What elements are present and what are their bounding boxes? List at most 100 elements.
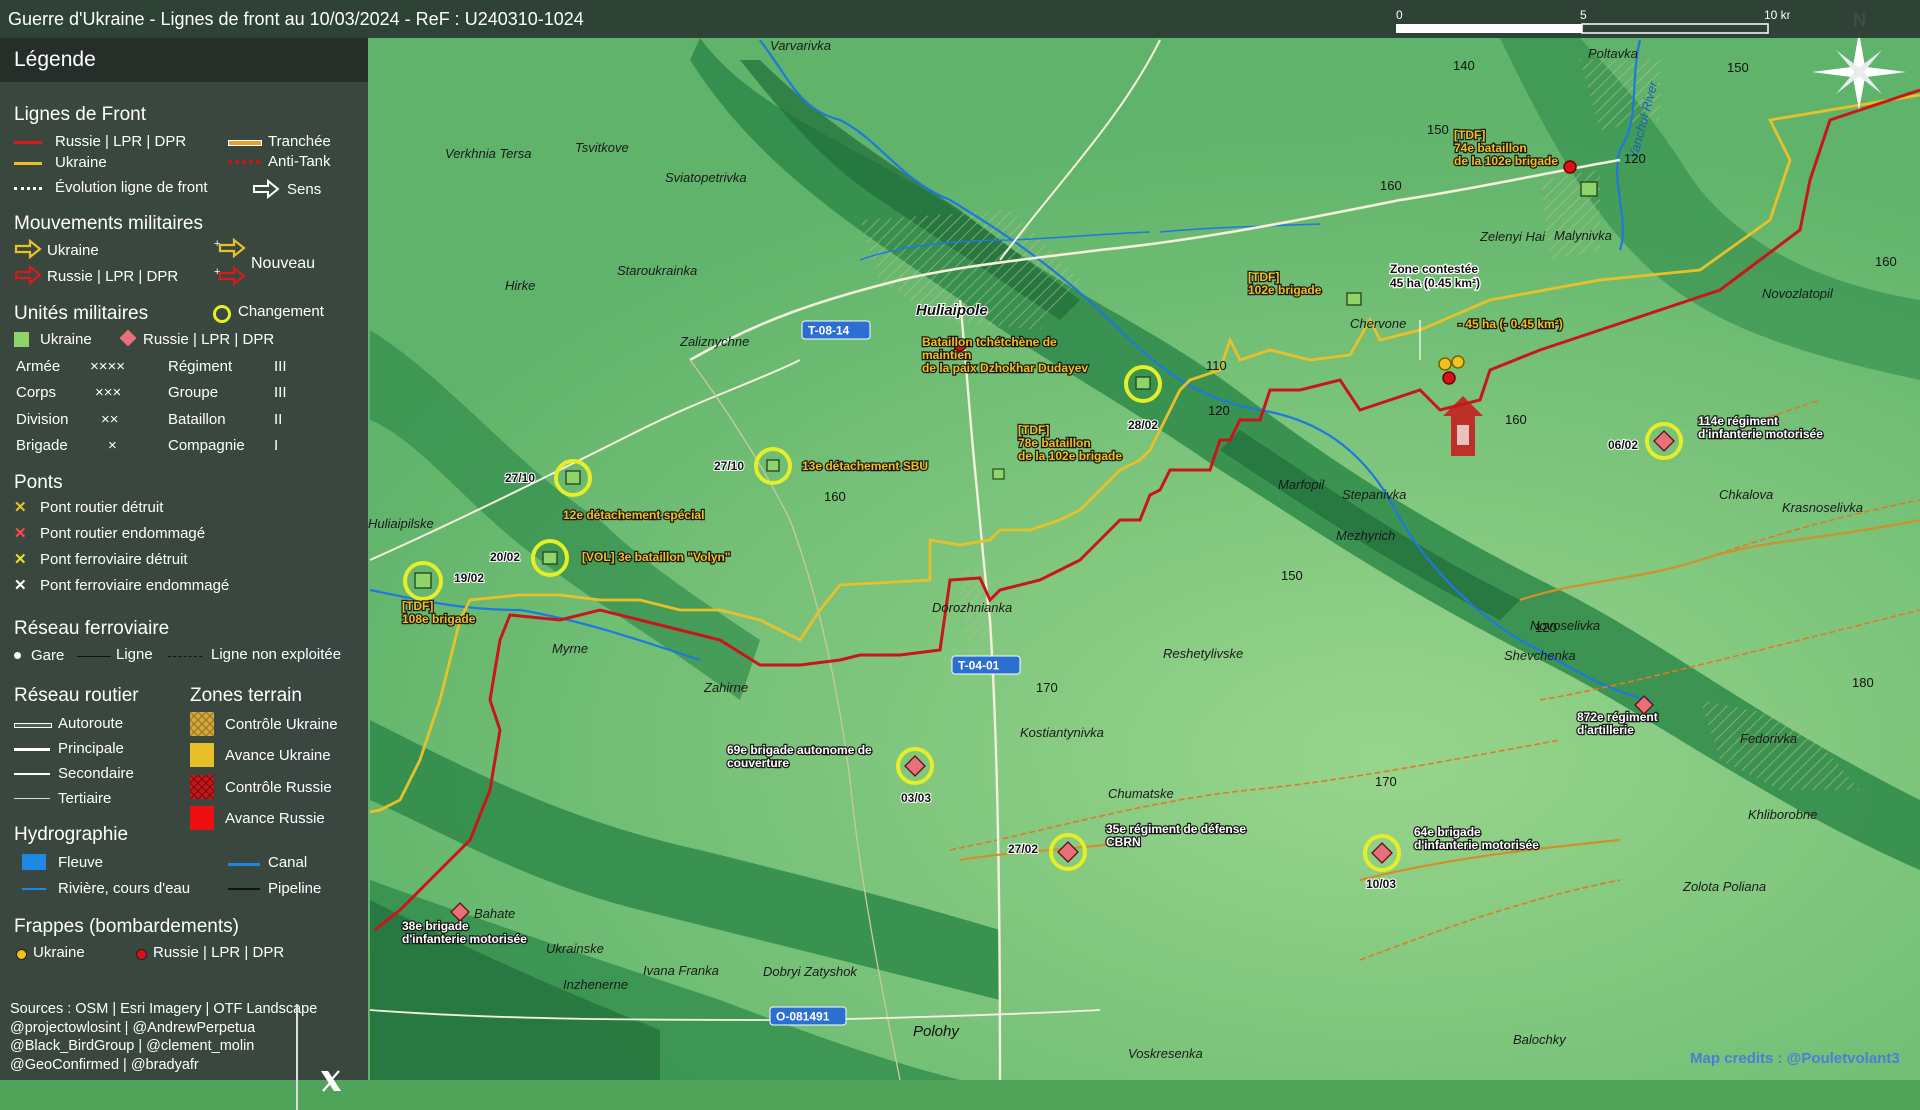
unit-date-sbu-13: 27/10 [714, 459, 744, 473]
x-logo-icon[interactable] [318, 1068, 344, 1094]
unit-volyn-marker[interactable] [542, 551, 558, 565]
swatch-trench [228, 140, 262, 146]
legend-new: Nouveau [251, 255, 316, 272]
place-label: Chervone [1350, 316, 1406, 331]
place-label: Shevchenka [1504, 648, 1576, 663]
place-label: Stepanivka [1342, 487, 1406, 502]
legend-main-road: Principale [58, 740, 124, 757]
ua-movement-arrow-icon [14, 239, 42, 259]
place-label: Zolota Poliana [1682, 879, 1766, 894]
unit-label-chechen: de la paix Dzhokhar Dudayev [922, 361, 1088, 375]
unit-label-tdf-102: 102e brigade [1248, 283, 1322, 297]
unit-tdf-74-marker[interactable] [1580, 181, 1598, 197]
echelon-group: Groupe [168, 384, 219, 401]
sources-divider [296, 1004, 298, 1110]
legend-ua-strike: Ukraine [33, 944, 85, 961]
unit-special-12-marker[interactable] [565, 470, 581, 485]
elevation-label: 110 [1206, 358, 1227, 373]
place-label: Huliaipole [916, 302, 988, 319]
scale-segment-white [1396, 24, 1582, 33]
legend-header: Légende [0, 38, 368, 82]
echelon-brigade: Brigade [16, 437, 68, 454]
place-label: Poltavka [1588, 46, 1638, 61]
ru-new-arrow-icon: + [214, 265, 246, 287]
swatch-ru-control [190, 775, 214, 799]
unit-label-ru-69: couverture [727, 756, 789, 770]
bridge-rail-destroyed-icon: ✕ [14, 551, 27, 568]
unit-label-ru-69: 69e brigade autonome de [727, 743, 872, 757]
echelon-battalion-sym: II [274, 411, 283, 428]
unit-label-ru-64: 64e brigade [1414, 825, 1481, 839]
zones-heading: Zones terrain [190, 685, 302, 706]
legend-ukraine-line: Ukraine [55, 154, 107, 171]
unit-label-ru-38: d'infanterie motorisée [402, 932, 527, 946]
unit-label-tdf-108: 108e brigade [402, 612, 476, 626]
unit-chechen-marker[interactable] [1135, 376, 1151, 390]
unit-label-sbu-13: 13e détachement SBU [802, 459, 928, 473]
swatch-motorway [14, 723, 52, 728]
bridge-rail-damaged-icon: ✕ [14, 577, 27, 594]
swatch-river [22, 854, 46, 870]
echelon-corps: Corps [16, 384, 57, 401]
elevation-label: 150 [1427, 122, 1449, 137]
legend-ua-control: Contrôle Ukraine [225, 716, 338, 733]
sources-line-4: @GeoConfirmed | @bradyafr [10, 1056, 199, 1073]
legend-ua-unit: Ukraine [40, 331, 92, 348]
unit-date-chechen: 28/02 [1128, 418, 1158, 432]
unit-tdf-78-marker[interactable] [992, 468, 1005, 480]
place-label: Varvarivka [770, 38, 831, 53]
strike-ukraine-1 [1438, 357, 1452, 371]
legend-stream: Rivière, cours d'eau [58, 880, 191, 897]
unit-tdf-108-marker[interactable] [414, 572, 432, 589]
unit-tdf-102-marker[interactable] [1346, 292, 1362, 306]
station-icon [14, 652, 21, 659]
place-label: Chumatske [1108, 786, 1174, 801]
legend-ru-control: Contrôle Russie [225, 779, 332, 796]
unit-label-chechen: maintien [922, 348, 971, 362]
legend-direction: Sens [287, 181, 322, 198]
place-label: Tsvitkove [575, 140, 629, 155]
elevation-label: 170 [1375, 774, 1397, 789]
place-label: Zaliznychne [679, 334, 749, 349]
place-label: Hirke [505, 278, 535, 293]
unit-label-special-12: 12e détachement spécial [563, 508, 704, 522]
swatch-russia-line [14, 141, 42, 144]
legend-ru-unit: Russie | LPR | DPR [143, 331, 275, 348]
legend-motorway: Autoroute [58, 715, 124, 732]
elevation-label: 160 [1380, 178, 1402, 193]
roads-heading: Réseau routier [14, 685, 139, 706]
elevation-label: 120 [1208, 403, 1230, 418]
unit-date-tdf-108: 19/02 [454, 571, 484, 585]
contested-zone-title: Zone contestée [1390, 262, 1478, 276]
swatch-main-road [14, 748, 50, 751]
scale-bar: 0 5 10 km [1396, 8, 1790, 34]
unit-label-ru-64: d'infanterie motorisée [1414, 838, 1539, 852]
unit-date-special-12: 27/10 [505, 471, 535, 485]
echelon-brigade-sym: × [108, 437, 117, 454]
unit-sbu-13-marker[interactable] [766, 459, 780, 472]
swatch-antitank [228, 160, 260, 164]
strike-russia-2 [1563, 160, 1577, 174]
ru-strike-icon [136, 949, 147, 960]
map-credits: Map credits : @Pouletvolant3 [1690, 1050, 1900, 1067]
legend-bridge-rail-damaged: Pont ferroviaire endommagé [40, 577, 230, 594]
legend-russia-line: Russie | LPR | DPR [55, 133, 187, 150]
place-label: Reshetylivske [1163, 646, 1243, 661]
echelon-division-sym: ×× [101, 411, 119, 428]
map-title: Guerre d'Ukraine - Lignes de front au 10… [8, 9, 584, 29]
swatch-evolution-line [14, 187, 42, 190]
place-label: Mezhyrich [1336, 528, 1395, 543]
road-number: T-08-14 [808, 324, 850, 338]
swatch-canal [228, 863, 260, 866]
bridge-road-destroyed-icon: ✕ [14, 499, 27, 516]
elevation-label: 150 [1727, 60, 1749, 75]
place-label: Myrne [552, 641, 588, 656]
legend-ru-movement: Russie | LPR | DPR [47, 268, 179, 285]
bridge-road-damaged-icon: ✕ [14, 525, 27, 542]
legend-station: Gare [31, 647, 65, 664]
legend-tertiary-road: Tertiaire [58, 790, 112, 807]
place-label: Novozlatopil [1762, 286, 1834, 301]
echelon-army: Armée [16, 358, 61, 375]
unit-label-ru-35: CBRN [1106, 835, 1141, 849]
legend-bridge-road-damaged: Pont routier endommagé [40, 525, 206, 542]
